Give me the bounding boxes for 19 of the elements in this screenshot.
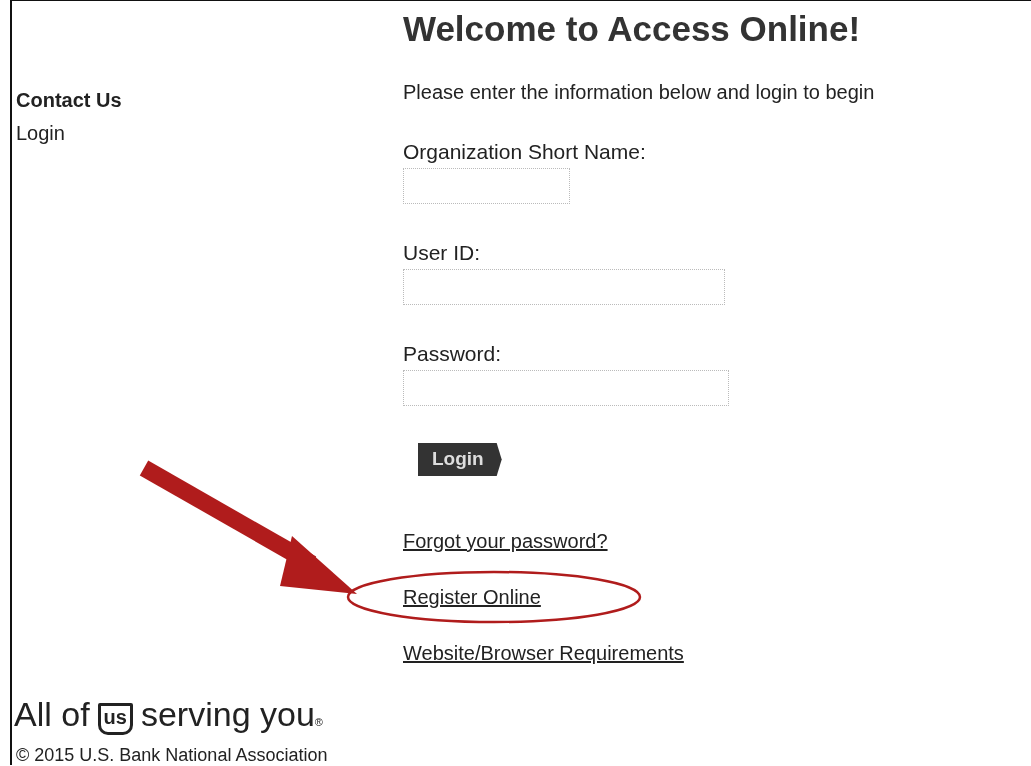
- sidebar-link[interactable]: Login: [16, 122, 65, 145]
- registered-mark: ®: [314, 716, 323, 728]
- input-field[interactable]: [403, 269, 725, 305]
- field-label: Organization Short Name:: [403, 140, 647, 164]
- field-label: User ID:: [403, 241, 481, 265]
- brand-text: All of: [14, 695, 90, 734]
- text-link[interactable]: Website/Browser Requirements: [403, 642, 684, 664]
- instruction-text: Please enter the information below and login to begin: [403, 81, 876, 104]
- field-label: Password:: [403, 342, 503, 366]
- sidebar-link[interactable]: Contact Us: [16, 89, 122, 112]
- input-field[interactable]: [403, 370, 729, 406]
- copyright-text: © 2015 U.S. Bank National Association: [16, 745, 329, 766]
- brand-text: serving you: [140, 695, 315, 734]
- input-field[interactable]: [403, 168, 570, 204]
- login-button[interactable]: Login: [418, 443, 502, 476]
- text-link[interactable]: Forgot your password?: [403, 530, 608, 552]
- page-heading: Welcome to Access Online!: [403, 9, 862, 49]
- text-link[interactable]: Register Online: [403, 586, 541, 608]
- shield-logo: us: [97, 703, 133, 735]
